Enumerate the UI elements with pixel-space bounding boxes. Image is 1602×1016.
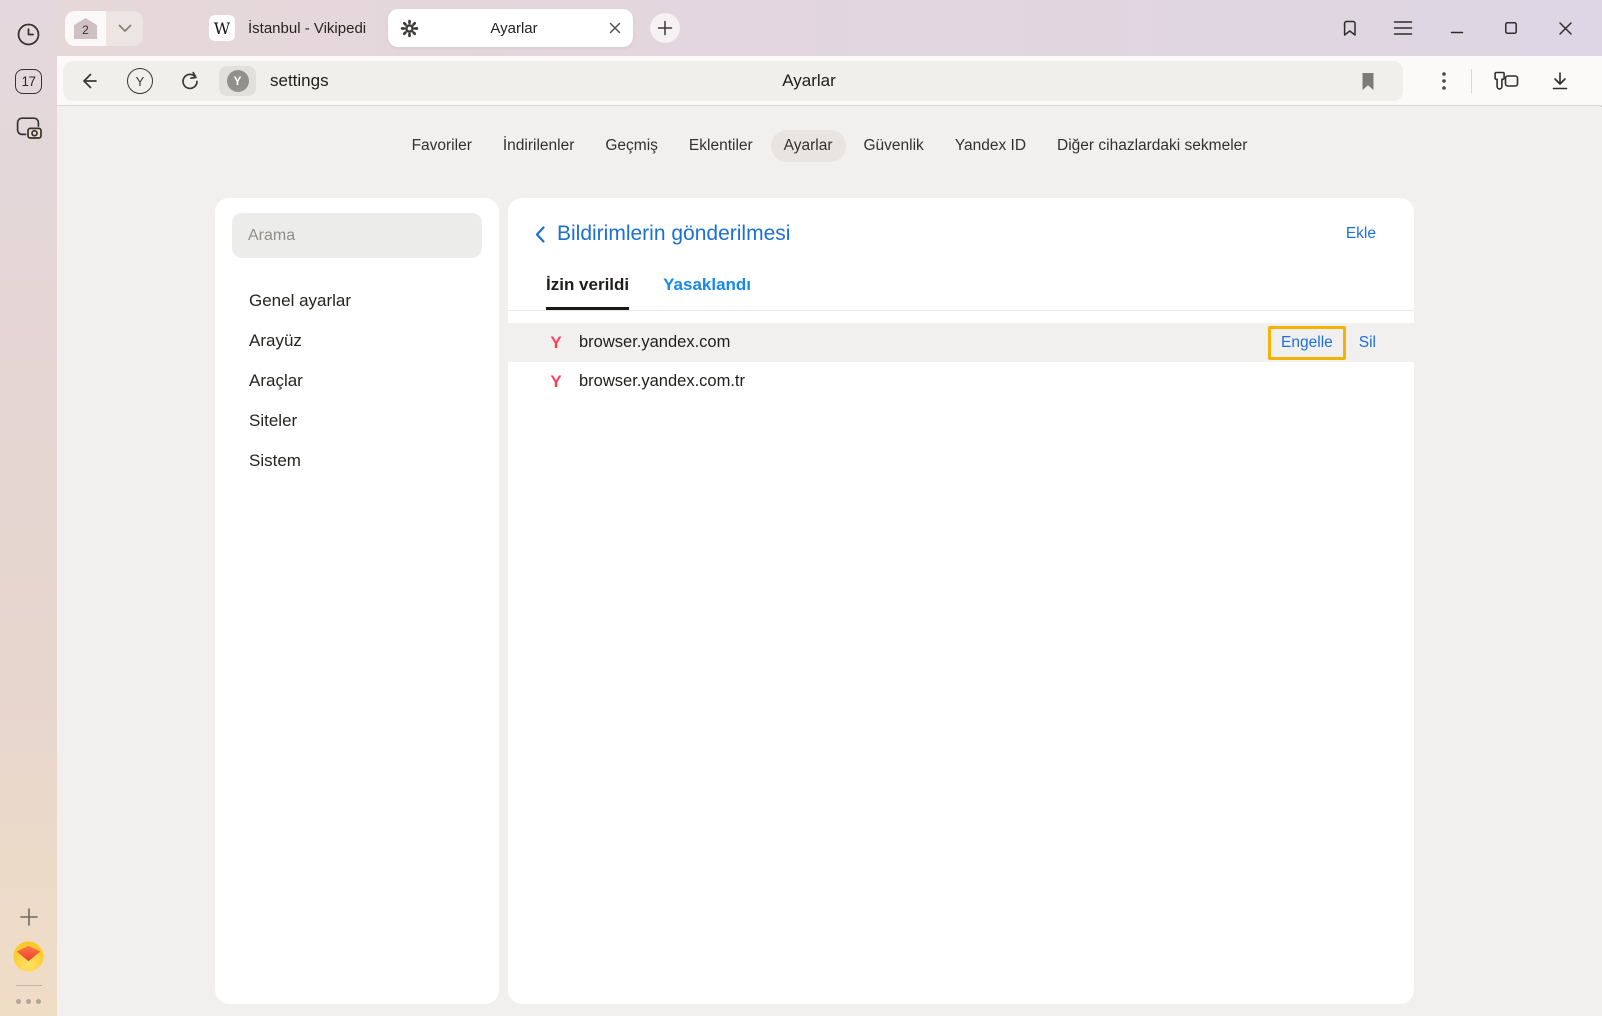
close-tab-icon[interactable] [609,22,621,34]
screenshot-icon[interactable] [15,115,43,141]
sidebar-item-siteler[interactable]: Siteler [215,401,499,441]
block-button-highlighted[interactable]: Engelle [1268,326,1346,360]
passwords-extension-icon[interactable] [1484,68,1528,94]
nav-tab-eklentiler[interactable]: Eklentiler [676,130,766,162]
tab-istanbul-vikipedi[interactable]: W İstanbul - Vikipedi [197,0,378,56]
tab-izin-verildi[interactable]: İzin verildi [546,275,629,310]
tab-title: Ayarlar [419,20,609,37]
yandex-favicon: Y [546,333,566,353]
tabs-divider [508,310,1414,311]
tab-group-counter[interactable]: 2 [65,11,106,46]
delete-button[interactable]: Sil [1359,334,1376,352]
site-domain: browser.yandex.com [579,333,730,352]
notifications-settings-card: Bildirimlerin gönderilmesi Ekle İzin ver… [508,198,1414,1004]
tab-ayarlar-active[interactable]: Ayarlar [388,9,633,47]
site-domain: browser.yandex.com.tr [579,372,745,391]
sidebar-item-sistem[interactable]: Sistem [215,441,499,481]
search-box[interactable] [232,213,482,258]
bookmark-icon[interactable] [1345,61,1391,101]
tab-group-chip[interactable]: 2 [65,11,143,46]
page-section-title: Bildirimlerin gönderilmesi [557,222,790,246]
refresh-icon[interactable] [165,61,215,101]
sidebar-item-genel-ayarlar[interactable]: Genel ayarlar [215,281,499,321]
nav-tab-favoriler[interactable]: Favoriler [399,130,485,162]
downloads-icon[interactable] [1540,70,1580,92]
kebab-menu-icon[interactable] [1429,72,1459,90]
nav-tab-yandex-id[interactable]: Yandex ID [942,130,1039,162]
chevron-down-icon[interactable] [106,11,143,46]
nav-tab-ayarlar[interactable]: Ayarlar [771,130,846,162]
sidebar-item-arayuz[interactable]: Arayüz [215,321,499,361]
back-icon[interactable] [63,61,115,101]
left-sidebar: 17 [0,0,57,1016]
site-row-browser-yandex-com: Y browser.yandex.com Engelle Sil [508,323,1414,362]
more-panels-icon[interactable] [16,999,41,1004]
sidebar-item-araclar[interactable]: Araçlar [215,361,499,401]
url-text[interactable]: settings [270,71,329,91]
yandex-favicon: Y [546,372,566,392]
gear-icon [400,19,419,38]
tab-bar: 2 W İstanbul - Vikipedi Ayarlar [57,0,1602,56]
nav-tab-guvenlik[interactable]: Güvenlik [851,130,937,162]
toolbar: Y Y settings Ayarlar [57,56,1602,106]
browser-window: 17 [0,0,1602,1016]
new-tab-button[interactable] [650,13,680,43]
maximize-window-icon[interactable] [1484,0,1538,56]
tab-group-count-badge: 2 [74,18,97,39]
tab-yasaklandi[interactable]: Yasaklandı [663,275,751,310]
history-clock-icon[interactable] [15,21,42,48]
tab-counter-badge[interactable]: 17 [15,69,42,94]
settings-page: Favoriler İndirilenler Geçmiş Eklentiler… [57,107,1602,1016]
nav-tab-gecmis[interactable]: Geçmiş [592,130,671,162]
yandex-search-icon[interactable]: Y [115,61,165,101]
back-chevron-icon[interactable] [532,223,548,246]
bookmarks-panel-icon[interactable] [1322,0,1376,56]
address-bar[interactable]: Y Y settings Ayarlar [63,61,1403,101]
nav-tab-indirilenler[interactable]: İndirilenler [490,130,588,162]
minimize-window-icon[interactable] [1430,0,1484,56]
wikipedia-favicon: W [209,15,235,41]
settings-nav: Favoriler İndirilenler Geçmiş Eklentiler… [57,130,1602,162]
search-input[interactable] [248,227,466,245]
toolbar-separator [1471,69,1472,93]
tab-title: İstanbul - Vikipedi [248,20,366,37]
yandex-favicon: Y [227,70,249,92]
site-row-browser-yandex-com-tr: Y browser.yandex.com.tr [508,362,1414,401]
site-favicon-chip[interactable]: Y [219,66,256,96]
add-site-button[interactable]: Ekle [1346,225,1376,243]
sidebar-divider [16,985,42,986]
yandex-mail-icon[interactable] [13,941,44,972]
settings-sidebar-card: Genel ayarlar Arayüz Araçlar Siteler Sis… [215,198,499,1004]
add-panel-icon[interactable] [18,906,40,928]
nav-tab-diger-cihazlar[interactable]: Diğer cihazlardaki sekmeler [1044,130,1260,162]
close-window-icon[interactable] [1538,0,1592,56]
menu-hamburger-icon[interactable] [1376,0,1430,56]
page-title: Ayarlar [782,71,836,91]
